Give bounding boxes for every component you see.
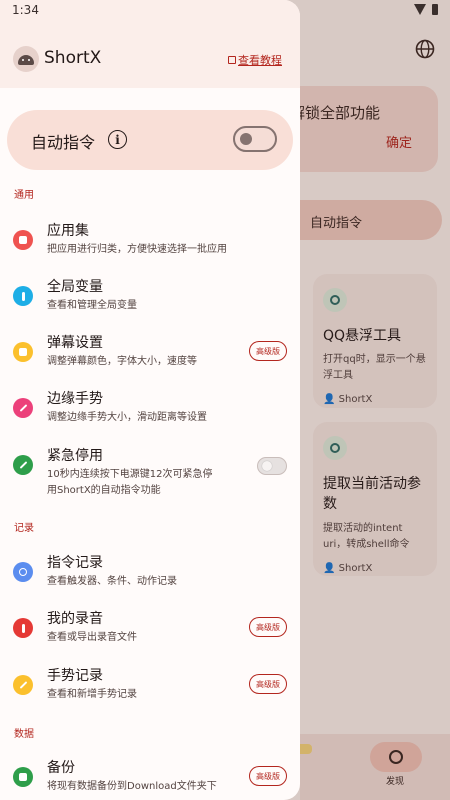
item-title: 应用集 [47, 223, 89, 239]
block-icon [13, 455, 33, 475]
item-desc: 10秒内连续按下电源键12次可紧急停用ShortX的自动指令功能 [47, 469, 213, 496]
item-title: 指令记录 [47, 555, 103, 571]
status-time: 1:34 [12, 3, 39, 17]
section-title-data: 数据 [14, 729, 34, 740]
item-title: 弹幕设置 [47, 335, 103, 351]
wifi-icon [414, 4, 426, 15]
emergency-stop-toggle[interactable] [257, 457, 287, 475]
variable-icon [13, 286, 33, 306]
auto-command-toggle[interactable] [233, 126, 277, 152]
premium-badge: 高级版 [249, 766, 287, 786]
gesture-record-icon [13, 675, 33, 695]
tutorial-link[interactable]: 查看教程 [228, 52, 282, 68]
item-desc: 调整弹幕颜色，字体大小，速度等 [47, 356, 197, 367]
premium-badge: 高级版 [249, 617, 287, 637]
item-title: 手势记录 [47, 668, 103, 684]
premium-badge: 高级版 [249, 674, 287, 694]
battery-icon [432, 4, 438, 15]
mic-icon [13, 618, 33, 638]
auto-command-label: 自动指令 [31, 133, 96, 152]
item-desc: 查看和管理全局变量 [47, 300, 137, 311]
item-title: 备份 [47, 760, 75, 776]
menu-item-emergency-stop[interactable]: 紧急停用 10秒内连续按下电源键12次可紧急停用ShortX的自动指令功能 [0, 443, 300, 499]
history-icon [13, 562, 33, 582]
section-title-records: 记录 [14, 523, 34, 534]
gesture-icon [13, 398, 33, 418]
item-desc: 将现有数据备份到Download文件夹下 [47, 781, 217, 792]
item-desc: 把应用进行归类，方便快速选择一批应用 [47, 244, 227, 255]
message-icon [13, 342, 33, 362]
menu-item-app-sets[interactable]: 应用集 把应用进行归类，方便快速选择一批应用 [0, 218, 300, 266]
item-title: 紧急停用 [47, 448, 103, 464]
menu-item-edge-gesture[interactable]: 边缘手势 调整边缘手势大小，滑动距离等设置 [0, 386, 300, 434]
menu-item-backup[interactable]: 备份 将现有数据备份到Download文件夹下 高级版 [0, 755, 300, 800]
menu-item-danmaku-settings[interactable]: 弹幕设置 调整弹幕颜色，字体大小，速度等 高级版 [0, 330, 300, 378]
menu-item-command-log[interactable]: 指令记录 查看触发器、条件、动作记录 [0, 550, 300, 598]
item-title: 边缘手势 [47, 391, 103, 407]
auto-command-card[interactable]: 自动指令 i [7, 110, 293, 170]
status-bar: 1:34 [0, 0, 450, 22]
backup-icon [13, 767, 33, 787]
app-title: ShortX [44, 48, 102, 68]
item-desc: 查看和新增手势记录 [47, 689, 137, 700]
item-desc: 调整边缘手势大小，滑动距离等设置 [47, 412, 207, 423]
item-title: 全局变量 [47, 279, 103, 295]
premium-badge: 高级版 [249, 341, 287, 361]
android-logo-icon [13, 46, 39, 72]
grid-icon [13, 230, 33, 250]
item-desc: 查看或导出录音文件 [47, 632, 137, 643]
item-title: 我的录音 [47, 611, 103, 627]
info-icon[interactable]: i [108, 130, 127, 149]
item-desc: 查看触发器、条件、动作记录 [47, 576, 177, 587]
menu-item-gesture-log[interactable]: 手势记录 查看和新增手势记录 高级版 [0, 663, 300, 711]
navigation-drawer: ShortX 查看教程 自动指令 i 通用 应用集 把应用进行归类，方便快速选择… [0, 0, 300, 800]
menu-item-global-variables[interactable]: 全局变量 查看和管理全局变量 [0, 274, 300, 322]
menu-item-my-recordings[interactable]: 我的录音 查看或导出录音文件 高级版 [0, 606, 300, 654]
external-link-icon [228, 56, 236, 64]
section-title-general: 通用 [14, 190, 34, 201]
